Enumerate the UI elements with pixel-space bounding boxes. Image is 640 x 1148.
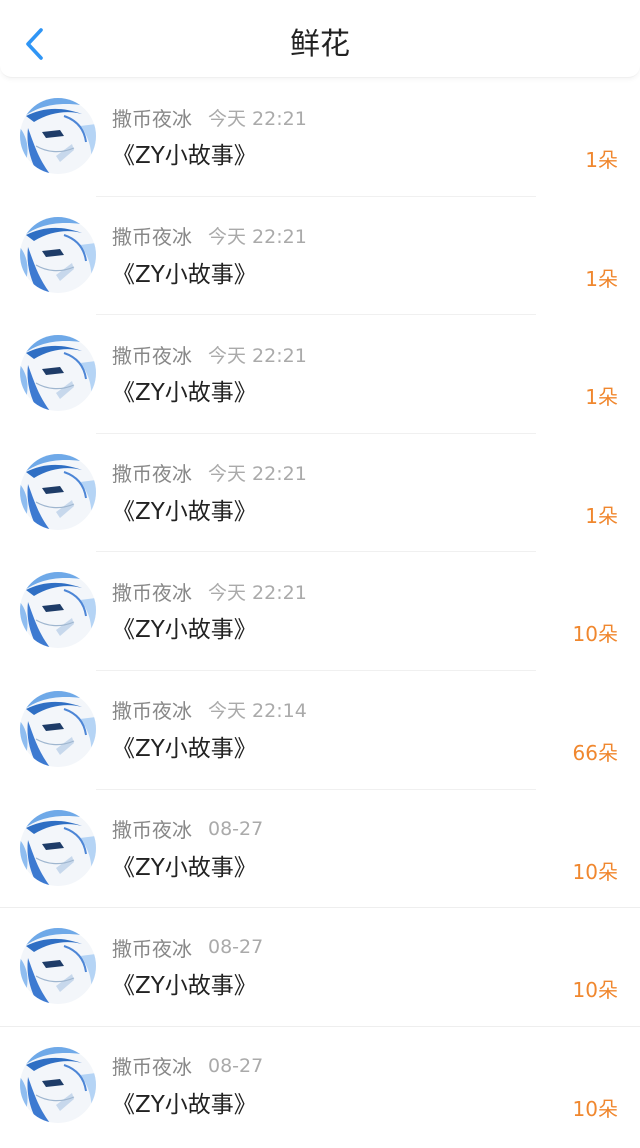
- list-item[interactable]: 撒币夜冰 今天 22:21 《ZY小故事》 1朵: [0, 315, 640, 434]
- sender-name: 撒币夜冰: [112, 818, 192, 843]
- flower-count: 10朵: [572, 859, 618, 884]
- item-title: 《ZY小故事》: [112, 735, 257, 762]
- item-title: 《ZY小故事》: [112, 261, 257, 288]
- list-item[interactable]: 撒币夜冰 08-27 《ZY小故事》 10朵: [0, 1027, 640, 1146]
- avatar-image: [20, 216, 96, 293]
- item-meta: 撒币夜冰 今天 22:21: [112, 576, 307, 606]
- sender-name: 撒币夜冰: [112, 225, 192, 250]
- flower-count: 10朵: [572, 622, 618, 647]
- item-title: 《ZY小故事》: [112, 498, 257, 525]
- item-meta: 撒币夜冰 今天 22:14: [112, 695, 307, 725]
- list-item[interactable]: 撒币夜冰 今天 22:21 《ZY小故事》 1朵: [0, 197, 640, 316]
- avatar[interactable]: [20, 572, 96, 649]
- timestamp: 08-27: [208, 936, 264, 959]
- item-title: 《ZY小故事》: [112, 617, 257, 644]
- avatar-image: [20, 928, 96, 1005]
- flower-count: 10朵: [572, 978, 618, 1003]
- avatar[interactable]: [20, 1046, 96, 1123]
- timestamp: 08-27: [208, 817, 264, 840]
- sender-name: 撒币夜冰: [112, 699, 192, 724]
- avatar[interactable]: [20, 453, 96, 530]
- flower-count: 1朵: [585, 385, 618, 410]
- flower-count: 1朵: [585, 266, 618, 291]
- timestamp: 今天 22:21: [208, 344, 307, 367]
- item-meta: 撒币夜冰 08-27: [112, 1051, 263, 1081]
- avatar-image: [20, 453, 96, 530]
- flower-count: 1朵: [585, 503, 618, 528]
- item-meta: 撒币夜冰 今天 22:21: [112, 102, 307, 132]
- flower-count: 10朵: [572, 1096, 618, 1121]
- item-meta: 撒币夜冰 今天 22:21: [112, 458, 307, 488]
- item-meta: 撒币夜冰 08-27: [112, 814, 263, 844]
- item-title: 《ZY小故事》: [112, 143, 257, 169]
- flower-count: 66朵: [572, 740, 618, 765]
- flower-record-list: 撒币夜冰 今天 22:21 《ZY小故事》 1朵 撒币夜冰 今天 22:21 《…: [0, 78, 640, 1145]
- list-item[interactable]: 撒币夜冰 今天 22:21 《ZY小故事》 10朵: [0, 552, 640, 671]
- item-title: 《ZY小故事》: [112, 380, 257, 407]
- avatar[interactable]: [20, 690, 96, 767]
- item-title: 《ZY小故事》: [112, 1091, 257, 1118]
- timestamp: 今天 22:21: [208, 107, 307, 130]
- avatar-image: [20, 690, 96, 767]
- item-title: 《ZY小故事》: [112, 854, 257, 881]
- sender-name: 撒币夜冰: [112, 462, 192, 487]
- item-meta: 撒币夜冰 08-27: [112, 932, 263, 962]
- item-meta: 撒币夜冰 今天 22:21: [112, 339, 307, 369]
- item-title: 《ZY小故事》: [112, 973, 257, 1000]
- sender-name: 撒币夜冰: [112, 1055, 192, 1080]
- list-item[interactable]: 撒币夜冰 08-27 《ZY小故事》 10朵: [0, 908, 640, 1027]
- list-item[interactable]: 撒币夜冰 今天 22:21 《ZY小故事》 1朵: [0, 434, 640, 553]
- avatar[interactable]: [20, 216, 96, 293]
- avatar-image: [20, 1046, 96, 1123]
- list-item[interactable]: 撒币夜冰 今天 22:14 《ZY小故事》 66朵: [0, 671, 640, 790]
- sender-name: 撒币夜冰: [112, 106, 192, 131]
- item-meta: 撒币夜冰 今天 22:21: [112, 221, 307, 251]
- avatar[interactable]: [20, 335, 96, 412]
- avatar-image: [20, 335, 96, 412]
- list-item[interactable]: 撒币夜冰 今天 22:21 《ZY小故事》 1朵: [0, 78, 640, 197]
- avatar-image: [20, 809, 96, 886]
- avatar[interactable]: [20, 98, 96, 174]
- sender-name: 撒币夜冰: [112, 580, 192, 605]
- timestamp: 今天 22:21: [208, 581, 307, 604]
- timestamp: 今天 22:21: [208, 226, 307, 249]
- avatar-image: [20, 98, 96, 174]
- flower-count: 1朵: [585, 148, 618, 172]
- timestamp: 今天 22:14: [208, 700, 307, 723]
- avatar[interactable]: [20, 928, 96, 1005]
- timestamp: 08-27: [208, 1054, 264, 1077]
- timestamp: 今天 22:21: [208, 463, 307, 486]
- list-item[interactable]: 撒币夜冰 08-27 《ZY小故事》 10朵: [0, 790, 640, 909]
- sender-name: 撒币夜冰: [112, 343, 192, 368]
- page-title: 鲜花: [290, 27, 350, 62]
- avatar-image: [20, 572, 96, 649]
- avatar[interactable]: [20, 809, 96, 886]
- top-bar: 鲜花: [0, 0, 640, 78]
- sender-name: 撒币夜冰: [112, 936, 192, 961]
